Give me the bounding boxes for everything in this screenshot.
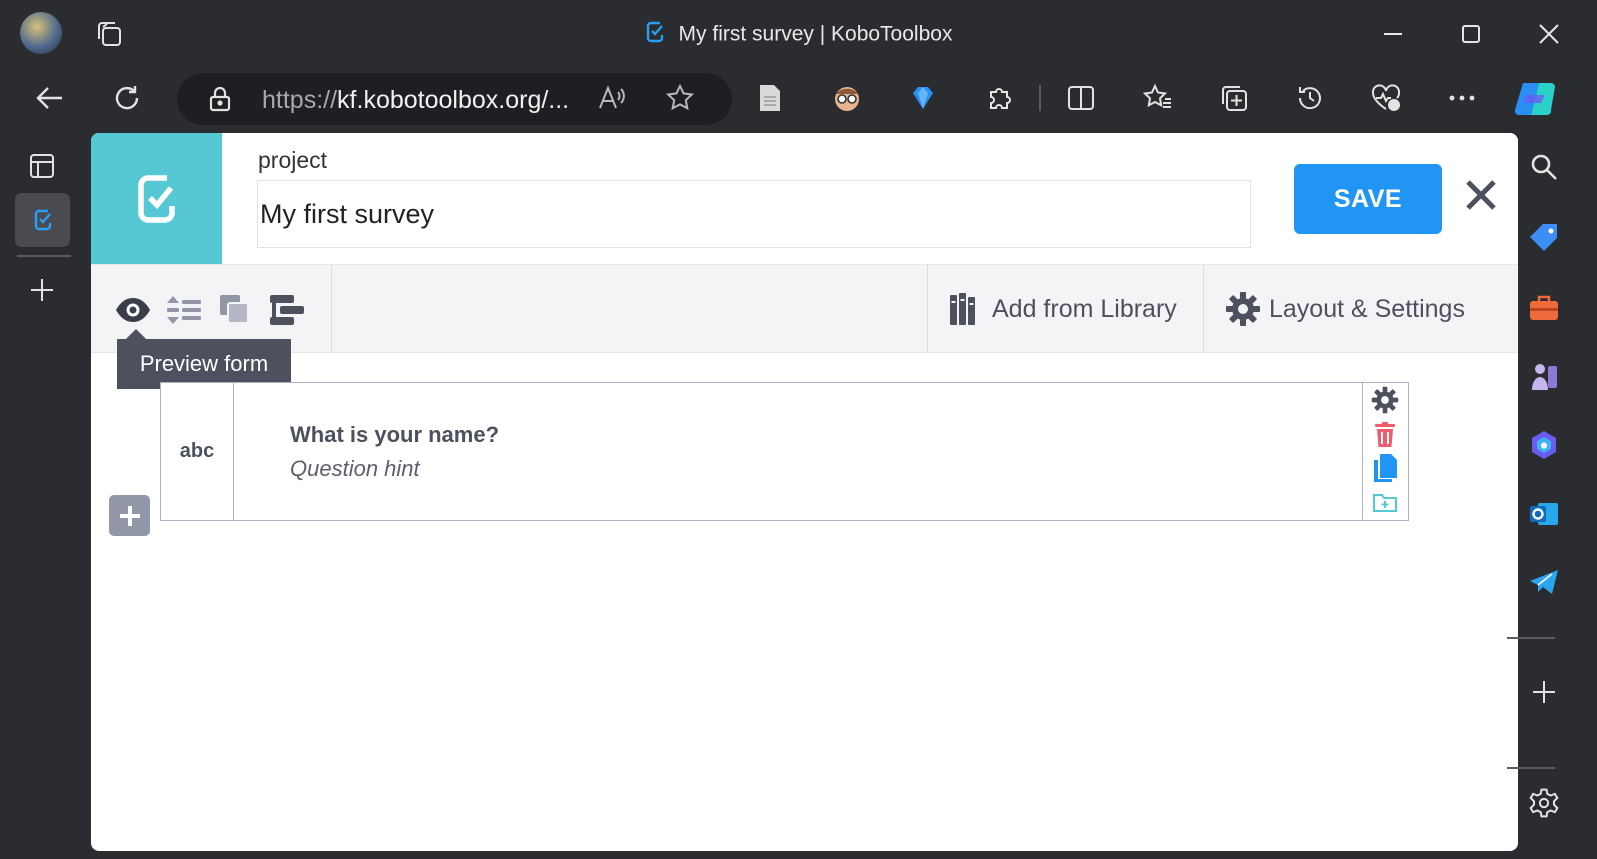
question-hint[interactable]: Question hint — [290, 456, 420, 482]
question-label[interactable]: What is your name? — [290, 422, 499, 448]
history-icon[interactable] — [1290, 78, 1330, 118]
window-title: My first survey | KoboToolbox — [0, 20, 1597, 50]
save-button[interactable]: SAVE — [1294, 164, 1442, 234]
question-type-text-icon: abc — [161, 383, 234, 520]
more-icon[interactable] — [1442, 78, 1482, 118]
tooltip-arrow — [126, 329, 146, 339]
shopping-tag-icon[interactable] — [1524, 218, 1564, 258]
favorites-icon[interactable] — [1138, 78, 1178, 118]
tab-divider — [17, 255, 71, 257]
duplicate-group-icon[interactable] — [216, 290, 256, 330]
gear-icon — [1226, 292, 1260, 326]
read-aloud-icon[interactable] — [592, 78, 632, 118]
project-name-input[interactable]: My first survey — [257, 180, 1251, 248]
window-title-text: My first survey | KoboToolbox — [678, 22, 953, 46]
kobo-logo-icon — [137, 174, 175, 223]
sidebar-divider — [1507, 637, 1555, 639]
maximize-icon[interactable] — [1451, 14, 1491, 54]
toolbar-separator — [927, 265, 928, 353]
url-text[interactable]: https://kf.kobotoolbox.org/... — [262, 86, 569, 115]
add-question-button[interactable] — [109, 495, 150, 536]
bing-copilot-icon[interactable] — [1524, 425, 1564, 465]
diamond-icon[interactable] — [903, 78, 943, 118]
add-from-library-button[interactable]: Add from Library — [949, 265, 1177, 353]
outlook-icon[interactable] — [1524, 494, 1564, 534]
preview-eye-icon[interactable] — [113, 290, 153, 330]
duplicate-copy-icon[interactable] — [1370, 453, 1400, 483]
new-tab-plus-icon[interactable] — [22, 270, 62, 310]
delete-trash-icon[interactable] — [1370, 420, 1400, 450]
kobo-form-builder: project My first survey SAVE Add from Li… — [91, 133, 1518, 851]
layout-settings-label: Layout & Settings — [1269, 294, 1465, 323]
layout-settings-button[interactable]: Layout & Settings — [1225, 265, 1465, 353]
refresh-icon[interactable] — [107, 78, 147, 118]
add-to-library-folder-icon[interactable] — [1370, 487, 1400, 517]
toolbar-divider — [1039, 85, 1041, 111]
extensions-icon[interactable] — [980, 78, 1020, 118]
form-builder-toolbar: Add from Library Layout & Settings — [91, 264, 1518, 353]
question-row[interactable]: abc What is your name? Question hint — [160, 382, 1409, 521]
toolbar-separator — [1203, 265, 1204, 353]
hierarchy-icon[interactable] — [267, 290, 307, 330]
tools-briefcase-icon[interactable] — [1524, 288, 1564, 328]
question-actions — [1362, 383, 1409, 520]
kobo-logo[interactable] — [91, 133, 222, 264]
vertical-tab-kobo[interactable] — [15, 193, 70, 247]
form-builder-header: project My first survey SAVE — [91, 133, 1518, 264]
add-from-library-label: Add from Library — [992, 294, 1177, 323]
sidebar-divider — [1507, 767, 1555, 769]
extension-face-icon[interactable] — [827, 78, 867, 118]
skip-logic-icon[interactable] — [164, 290, 204, 330]
send-telegram-icon[interactable] — [1524, 562, 1564, 602]
close-form-icon[interactable] — [1464, 178, 1504, 218]
sidebar-settings-gear-icon[interactable] — [1524, 783, 1564, 823]
window-title-bar: My first survey | KoboToolbox — [0, 0, 1597, 68]
performance-icon[interactable] — [1366, 78, 1406, 118]
back-arrow-icon[interactable] — [30, 78, 70, 118]
kobo-tab-icon — [645, 20, 665, 50]
question-settings-gear-icon[interactable] — [1370, 385, 1400, 415]
document-icon[interactable] — [750, 78, 790, 118]
close-icon[interactable] — [1529, 14, 1569, 54]
lock-icon[interactable] — [200, 79, 240, 119]
library-books-icon — [950, 293, 975, 325]
project-label: project — [258, 147, 328, 173]
copilot-icon[interactable] — [1512, 76, 1558, 122]
favorite-star-icon[interactable] — [660, 78, 700, 118]
tab-actions-icon[interactable] — [22, 146, 62, 186]
split-screen-icon[interactable] — [1061, 78, 1101, 118]
minimize-icon[interactable] — [1373, 14, 1413, 54]
search-icon[interactable] — [1524, 147, 1564, 187]
games-icon[interactable] — [1524, 356, 1564, 396]
url-prefix: https:// — [262, 86, 338, 114]
collections-icon[interactable] — [1214, 78, 1254, 118]
kobo-tab-icon — [34, 209, 51, 231]
toolbar-separator — [331, 265, 332, 353]
url-domain: kf.kobotoolbox.org/... — [337, 86, 570, 114]
add-sidebar-app-plus-icon[interactable] — [1524, 672, 1564, 712]
